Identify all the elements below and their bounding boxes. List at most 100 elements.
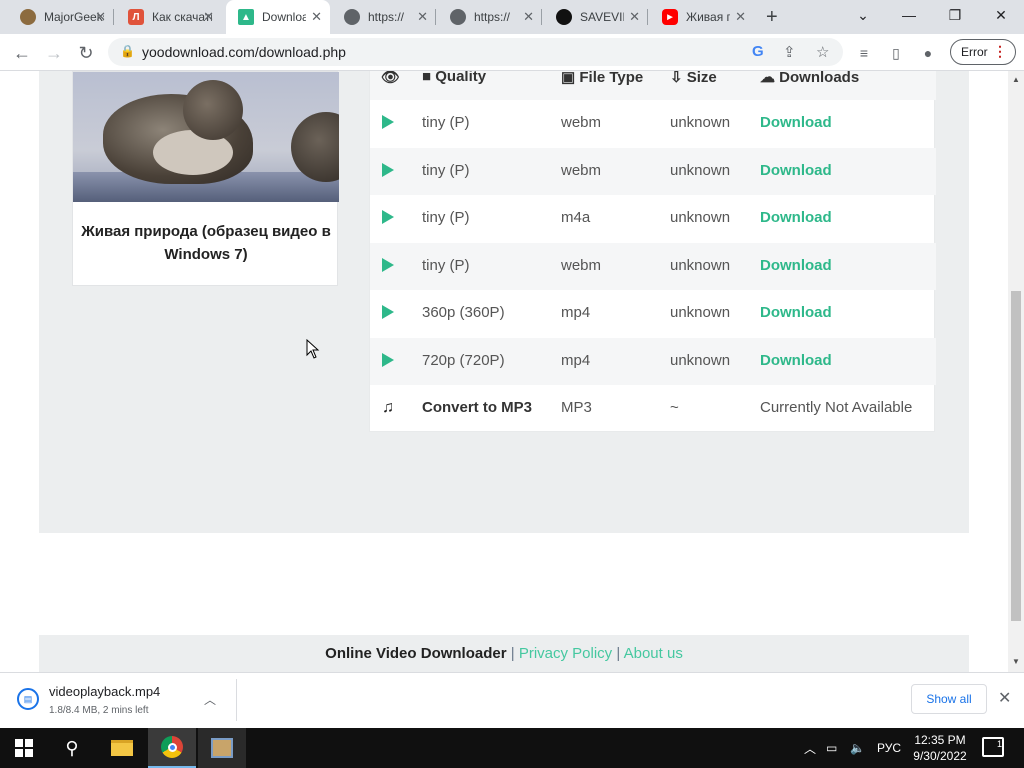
url-text[interactable]: yoodownload.com/download.php — [142, 44, 346, 60]
show-hidden-icons-chevron-icon[interactable]: ︿ — [804, 728, 816, 768]
share-icon[interactable]: ⇪ — [783, 43, 796, 61]
kebab-menu-icon[interactable]: ⋮ — [993, 43, 1007, 60]
pacman-favicon-icon — [556, 9, 572, 25]
tab-kak-skachat[interactable]: Л Как скачать ✕ — [116, 0, 222, 34]
address-bar[interactable]: 🔒 yoodownload.com/download.php G ⇪ ☆ — [108, 38, 843, 66]
tab-title: SAVEVIDEO — [580, 10, 624, 24]
size-header-label: Size — [686, 71, 717, 86]
clock[interactable]: 12:35 PM 9/30/2022 — [908, 732, 972, 764]
privacy-policy-link[interactable]: Privacy Policy — [519, 645, 612, 662]
tab-title: Живая природа — [686, 10, 730, 24]
tab-https-1[interactable]: https:// ✕ — [332, 0, 436, 34]
majorgeeks-favicon-icon — [20, 9, 36, 25]
play-icon[interactable] — [382, 305, 394, 319]
close-shelf-icon[interactable]: ✕ — [998, 688, 1011, 708]
letter-l-favicon-icon: Л — [128, 9, 144, 25]
forward-arrow-icon[interactable]: → — [42, 41, 66, 65]
play-icon[interactable] — [382, 163, 394, 177]
mouse-cursor-icon — [306, 339, 320, 359]
tab-download[interactable]: ▲ Download ✕ — [226, 0, 330, 34]
close-icon[interactable]: ✕ — [203, 10, 214, 24]
table-row: tiny (P) webm unknown Download — [370, 148, 936, 195]
tab-youtube[interactable]: ▶ Живая природа ✕ — [650, 0, 754, 34]
play-icon[interactable] — [382, 353, 394, 367]
size-cell: unknown — [670, 352, 731, 369]
music-note-icon: ♫ — [382, 399, 394, 416]
play-icon[interactable] — [382, 210, 394, 224]
quality-cell: tiny (P) — [422, 257, 470, 274]
video-thumbnail[interactable] — [73, 72, 339, 202]
tab-https-2[interactable]: https:// ✕ — [438, 0, 542, 34]
download-progress-file-icon[interactable]: ▤ — [17, 688, 39, 710]
tab-savevideo[interactable]: SAVEVIDEO ✕ — [544, 0, 648, 34]
footer-brand: Online Video Downloader — [325, 645, 507, 662]
close-icon[interactable]: ✕ — [95, 10, 106, 24]
start-button[interactable] — [0, 728, 48, 768]
quality-cell: tiny (P) — [422, 162, 470, 179]
youtube-favicon-icon: ▶ — [662, 9, 678, 25]
minimize-icon[interactable]: — — [886, 0, 932, 30]
chrome-taskbar-icon[interactable] — [148, 728, 196, 768]
download-filename[interactable]: videoplayback.mp4 — [49, 684, 160, 699]
download-shelf: ▤ videoplayback.mp4 1.8/8.4 MB, 2 mins l… — [0, 672, 1024, 728]
about-us-link[interactable]: About us — [624, 645, 683, 662]
cloud-download-icon: ☁ — [760, 71, 775, 86]
restore-icon[interactable]: ❐ — [932, 0, 978, 30]
size-cell: unknown — [670, 209, 731, 226]
close-window-icon[interactable]: ✕ — [978, 0, 1024, 30]
download-link[interactable]: Download — [760, 352, 832, 369]
download-link[interactable]: Download — [760, 209, 832, 226]
tab-majorgeeks[interactable]: MajorGeeks ✕ — [8, 0, 114, 34]
google-translate-icon[interactable]: G — [752, 43, 764, 60]
close-icon[interactable]: ✕ — [735, 10, 746, 24]
notification-center-icon[interactable]: 1 — [982, 737, 1004, 757]
language-indicator[interactable]: РУС — [877, 728, 901, 768]
size-header: ⇩ Size — [670, 71, 717, 86]
reload-icon[interactable]: ↻ — [74, 41, 98, 65]
browser-toolbar: ← → ↻ 🔒 yoodownload.com/download.php G ⇪… — [0, 34, 1024, 71]
size-cell: unknown — [670, 257, 731, 274]
media-controls-icon[interactable]: ≡ — [852, 41, 876, 65]
table-row: tiny (P) m4a unknown Download — [370, 195, 936, 242]
play-icon[interactable] — [382, 115, 394, 129]
play-icon[interactable] — [382, 258, 394, 272]
size-cell: unknown — [670, 114, 731, 131]
side-panel-icon[interactable]: ▯ — [884, 41, 908, 65]
size-cell: unknown — [670, 162, 731, 179]
network-icon[interactable]: ▭ — [826, 728, 837, 768]
convert-to-mp3-label[interactable]: Convert to MP3 — [422, 399, 532, 416]
scrollbar-thumb[interactable] — [1011, 291, 1021, 621]
quality-header-label: Quality — [435, 71, 487, 85]
type-cell: mp4 — [561, 352, 591, 369]
back-arrow-icon[interactable]: ← — [10, 41, 34, 65]
quality-header: ■ Quality — [422, 71, 486, 85]
file-type-header: ▣ File Type — [561, 71, 643, 86]
close-icon[interactable]: ✕ — [311, 10, 322, 24]
close-icon[interactable]: ✕ — [523, 10, 534, 24]
volume-icon[interactable]: 🔈 — [850, 728, 865, 768]
profile-error-label: Error — [961, 45, 988, 59]
tab-title: https:// — [474, 10, 511, 24]
search-icon[interactable]: ⚲ — [48, 728, 96, 768]
app-installer-icon[interactable] — [198, 728, 246, 768]
close-icon[interactable]: ✕ — [417, 10, 428, 24]
scroll-up-arrow-icon[interactable]: ▲ — [1012, 75, 1020, 84]
tab-divider — [647, 9, 648, 25]
bookmark-star-icon[interactable]: ☆ — [816, 43, 829, 61]
tab-title: Download — [262, 10, 306, 24]
new-tab-plus-icon[interactable]: + — [766, 6, 778, 29]
download-link[interactable]: Download — [760, 257, 832, 274]
download-status: 1.8/8.4 MB, 2 mins left — [49, 705, 149, 716]
download-link[interactable]: Download — [760, 304, 832, 321]
profile-error-button[interactable]: Error ⋮ — [950, 39, 1016, 65]
chevron-up-icon[interactable]: ︿ — [204, 691, 216, 708]
page-scrollbar[interactable]: ▲ ▼ — [1008, 71, 1024, 672]
scroll-down-arrow-icon[interactable]: ▼ — [1012, 657, 1020, 666]
show-all-button[interactable]: Show all — [911, 684, 987, 714]
profile-avatar-icon[interactable]: ● — [916, 41, 940, 65]
download-link[interactable]: Download — [760, 162, 832, 179]
file-explorer-icon[interactable] — [98, 728, 146, 768]
close-icon[interactable]: ✕ — [629, 10, 640, 24]
download-link[interactable]: Download — [760, 114, 832, 131]
tab-search-chevron-icon[interactable]: ⌄ — [840, 0, 886, 30]
